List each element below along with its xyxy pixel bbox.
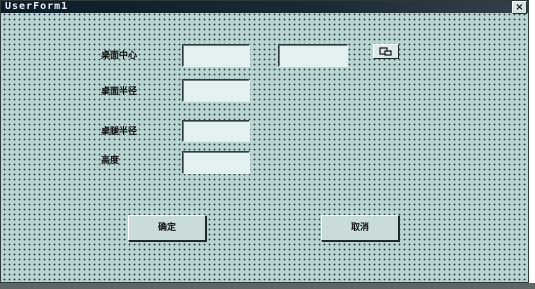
desk-center-label: 桌面中心 — [101, 51, 138, 61]
desk-center-y-input[interactable] — [278, 44, 348, 67]
desk-center-x-input[interactable] — [182, 44, 250, 67]
close-icon: × — [515, 2, 524, 13]
height-input[interactable] — [182, 151, 250, 174]
leg-radius-label: 桌腿半径 — [101, 127, 138, 137]
ok-button[interactable]: 确定 — [128, 215, 206, 241]
title-bar[interactable]: UserForm1 × — [1, 1, 528, 14]
pick-point-button[interactable] — [373, 44, 399, 59]
userform-window: UserForm1 × 桌面中心 桌面半径 桌腿半径 高度 确定 取消 — [0, 0, 529, 283]
bottom-edge — [0, 283, 535, 289]
cancel-button[interactable]: 取消 — [321, 215, 399, 241]
close-button[interactable]: × — [512, 1, 527, 14]
desk-radius-label: 桌面半径 — [101, 87, 138, 97]
pick-point-icon — [379, 47, 392, 56]
leg-radius-input[interactable] — [182, 120, 250, 142]
desk-radius-input[interactable] — [182, 79, 250, 102]
height-label: 高度 — [101, 156, 120, 166]
window-title: UserForm1 — [5, 1, 69, 12]
